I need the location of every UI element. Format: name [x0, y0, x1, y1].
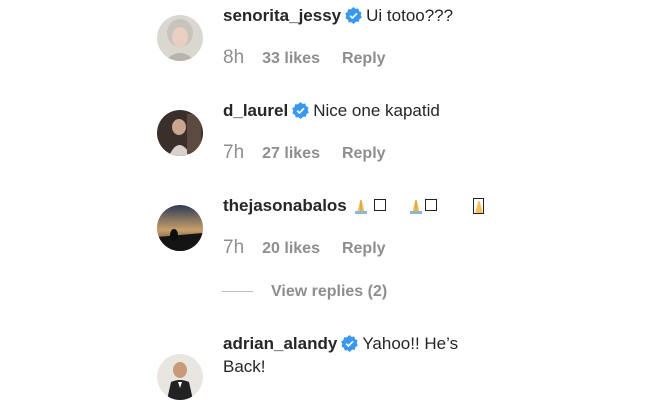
folded-hands-emoji-icon	[354, 200, 367, 214]
comment-text: Ui totoo???	[366, 6, 454, 25]
verified-badge-icon	[341, 335, 359, 352]
missing-glyph-icon	[373, 199, 386, 211]
missing-glyph-icon	[424, 199, 437, 211]
comment-text: Nice one kapatid	[313, 101, 440, 120]
avatar[interactable]	[157, 354, 203, 400]
view-replies-button[interactable]: View replies (2)	[222, 283, 387, 301]
comment-text-continued: Back!	[223, 357, 266, 376]
folded-hands-emoji-icon	[409, 200, 422, 214]
comment-time: 8h	[223, 47, 245, 68]
comment-username[interactable]: adrian_alandy	[223, 334, 337, 353]
overlapped-emoji-icon	[472, 198, 486, 214]
likes-count[interactable]: 33 likes	[262, 50, 320, 67]
avatar[interactable]	[157, 205, 203, 251]
reply-button[interactable]: Reply	[342, 240, 386, 257]
comment-time: 7h	[223, 237, 245, 258]
reply-button[interactable]: Reply	[342, 145, 386, 162]
comment-username[interactable]: senorita_jessy	[223, 6, 341, 25]
likes-count[interactable]: 27 likes	[262, 145, 320, 162]
reply-button[interactable]: Reply	[342, 50, 386, 67]
verified-badge-icon	[292, 102, 310, 119]
comment-username[interactable]: thejasonabalos	[223, 196, 347, 215]
view-replies-label: View replies (2)	[271, 283, 388, 300]
avatar[interactable]	[157, 15, 203, 61]
comment-emoji-text	[352, 196, 487, 215]
comment-time: 7h	[223, 142, 245, 163]
avatar[interactable]	[157, 110, 203, 156]
comment-username[interactable]: d_laurel	[223, 101, 288, 120]
likes-count[interactable]: 20 likes	[262, 240, 320, 257]
comment-text: Yahoo!! He’s	[362, 334, 459, 353]
divider	[222, 291, 253, 293]
verified-badge-icon	[345, 7, 362, 24]
